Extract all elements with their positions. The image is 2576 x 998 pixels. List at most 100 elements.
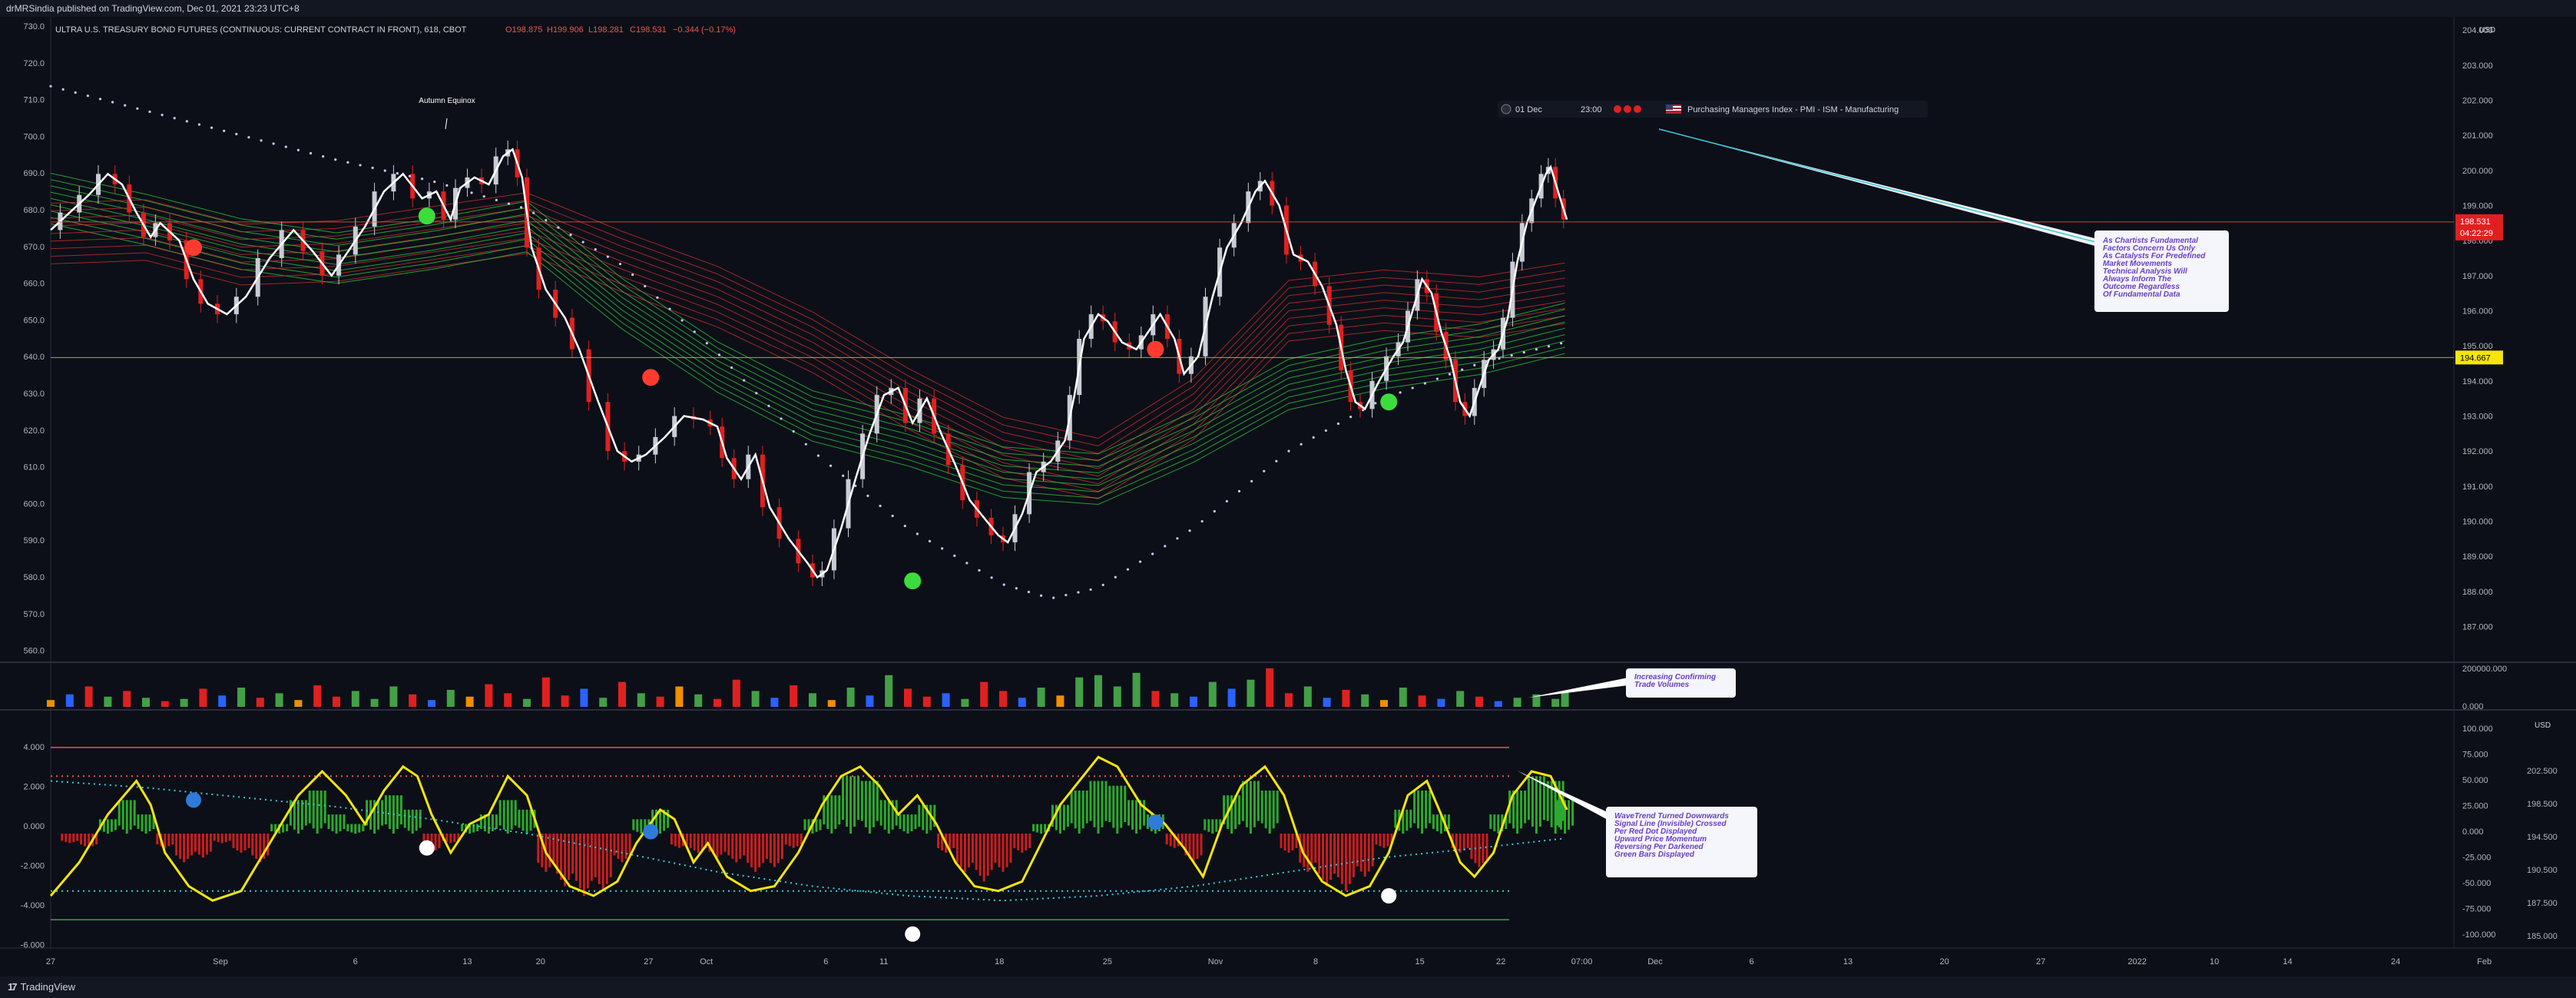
time-tick-label: 07:00 [1571, 957, 1593, 967]
momentum-bar [1017, 834, 1020, 850]
momentum-bar [1253, 781, 1256, 827]
wavetrend-inner-tick: 185.000 [2527, 932, 2558, 941]
momentum-bar [1432, 814, 1435, 830]
momentum-bar [1044, 824, 1047, 833]
momentum-bar [659, 809, 662, 834]
momentum-bar [788, 834, 791, 847]
momentum-bar [68, 834, 71, 844]
momentum-bar [179, 834, 182, 859]
time-tick-label: 13 [1843, 957, 1853, 967]
publish-header: drMRSindia published on TradingView.com,… [0, 0, 2576, 17]
ma-dot [383, 169, 386, 172]
momentum-bar [1340, 834, 1343, 884]
volume-bar [1247, 679, 1255, 707]
momentum-bar [217, 834, 220, 842]
event-time: 23:00 [1581, 105, 1602, 114]
momentum-bar [1207, 819, 1210, 832]
momentum-bar [1556, 800, 1559, 826]
ma-dot [470, 191, 473, 194]
momentum-bar [1425, 790, 1428, 829]
left-tick-label: 600.0 [23, 499, 45, 509]
ma-dot [1213, 509, 1216, 513]
volume-bar [1361, 694, 1369, 707]
time-tick-label: 11 [879, 957, 888, 967]
time-tick-label: 14 [2283, 957, 2292, 967]
ohlc-low: L198.281 [588, 25, 624, 35]
price-tick-label: 191.000 [2462, 482, 2493, 492]
momentum-bar [308, 790, 311, 824]
momentum-bar [498, 800, 502, 826]
ma-dot [136, 107, 139, 110]
momentum-bar [1516, 790, 1519, 834]
volume-bar [618, 681, 626, 707]
price-tick-label: 200.000 [2462, 167, 2493, 176]
volume-bar [370, 698, 379, 707]
volume-bar [218, 695, 227, 707]
volume-bar [1132, 672, 1141, 707]
momentum-bar [879, 800, 882, 826]
ma-dot [668, 307, 671, 310]
momentum-bar [792, 834, 795, 848]
economic-event-marker[interactable]: 01 Dec 23:00 Purchasing Managers Index -… [1498, 101, 1928, 118]
ma-dot [854, 484, 857, 487]
price-tick-label: 197.000 [2462, 272, 2493, 281]
momentum-bar [209, 834, 212, 852]
momentum-bar [739, 834, 742, 859]
volume-bar [84, 686, 93, 707]
momentum-bar [194, 834, 197, 852]
momentum-bar [743, 834, 746, 856]
momentum-bar [445, 834, 449, 842]
left-tick-label: 630.0 [23, 390, 45, 399]
ma-dot [482, 194, 485, 198]
ma-dot [1200, 519, 1204, 523]
momentum-bar [205, 834, 208, 855]
event-title: Purchasing Managers Index - PMI - ISM - … [1687, 105, 1899, 114]
momentum-bar [1036, 824, 1039, 833]
chart-area[interactable]: 204.000203.000202.000201.000200.000199.0… [0, 17, 2576, 976]
momentum-bar [640, 819, 643, 834]
momentum-bar [1280, 834, 1283, 848]
momentum-bar [282, 824, 285, 833]
ma-dot [1435, 377, 1439, 380]
time-tick-label: 25 [1103, 957, 1112, 967]
momentum-bar [1200, 834, 1203, 856]
momentum-bar [1478, 834, 1481, 867]
momentum-bar [571, 834, 574, 874]
momentum-bar [358, 824, 361, 833]
ma-dot [743, 379, 746, 382]
ma-dot [842, 474, 845, 477]
momentum-bar [476, 824, 479, 832]
ma-dot [1114, 575, 1117, 579]
momentum-bar [354, 824, 357, 834]
ma-dot [1275, 459, 1278, 463]
ma-dot [978, 569, 981, 572]
momentum-bar [1417, 790, 1420, 829]
volume-bar [656, 696, 664, 707]
momentum-bar [1040, 824, 1043, 834]
momentum-bar [918, 804, 921, 827]
ma-dot [916, 532, 919, 535]
momentum-bar [1348, 834, 1351, 884]
signal-dot [185, 239, 202, 257]
countdown-label: 04:22:29 [2460, 229, 2493, 238]
ma-dot [433, 180, 436, 184]
wavetrend-right-tick: -100.000 [2462, 930, 2495, 940]
time-tick-label: 10 [2210, 957, 2219, 967]
momentum-bar [552, 834, 555, 863]
momentum-bar [1025, 834, 1028, 850]
momentum-bar [183, 834, 186, 863]
momentum-bar [1485, 834, 1488, 860]
momentum-bar [853, 776, 856, 827]
momentum-bar [76, 834, 79, 841]
tradingview-logo-icon: 17 [8, 981, 18, 993]
momentum-bar [403, 809, 406, 828]
momentum-bar [1291, 834, 1294, 850]
momentum-bar [236, 834, 239, 850]
tradingview-logo[interactable]: 17 TradingView [8, 976, 75, 998]
publish-text: drMRSindia published on TradingView.com,… [6, 3, 300, 14]
momentum-bar [388, 795, 391, 830]
ma-dot [1300, 443, 1303, 446]
momentum-bar [1287, 834, 1290, 853]
ma-dot [1164, 545, 1167, 548]
ohlc-open: O198.875 [505, 25, 542, 35]
